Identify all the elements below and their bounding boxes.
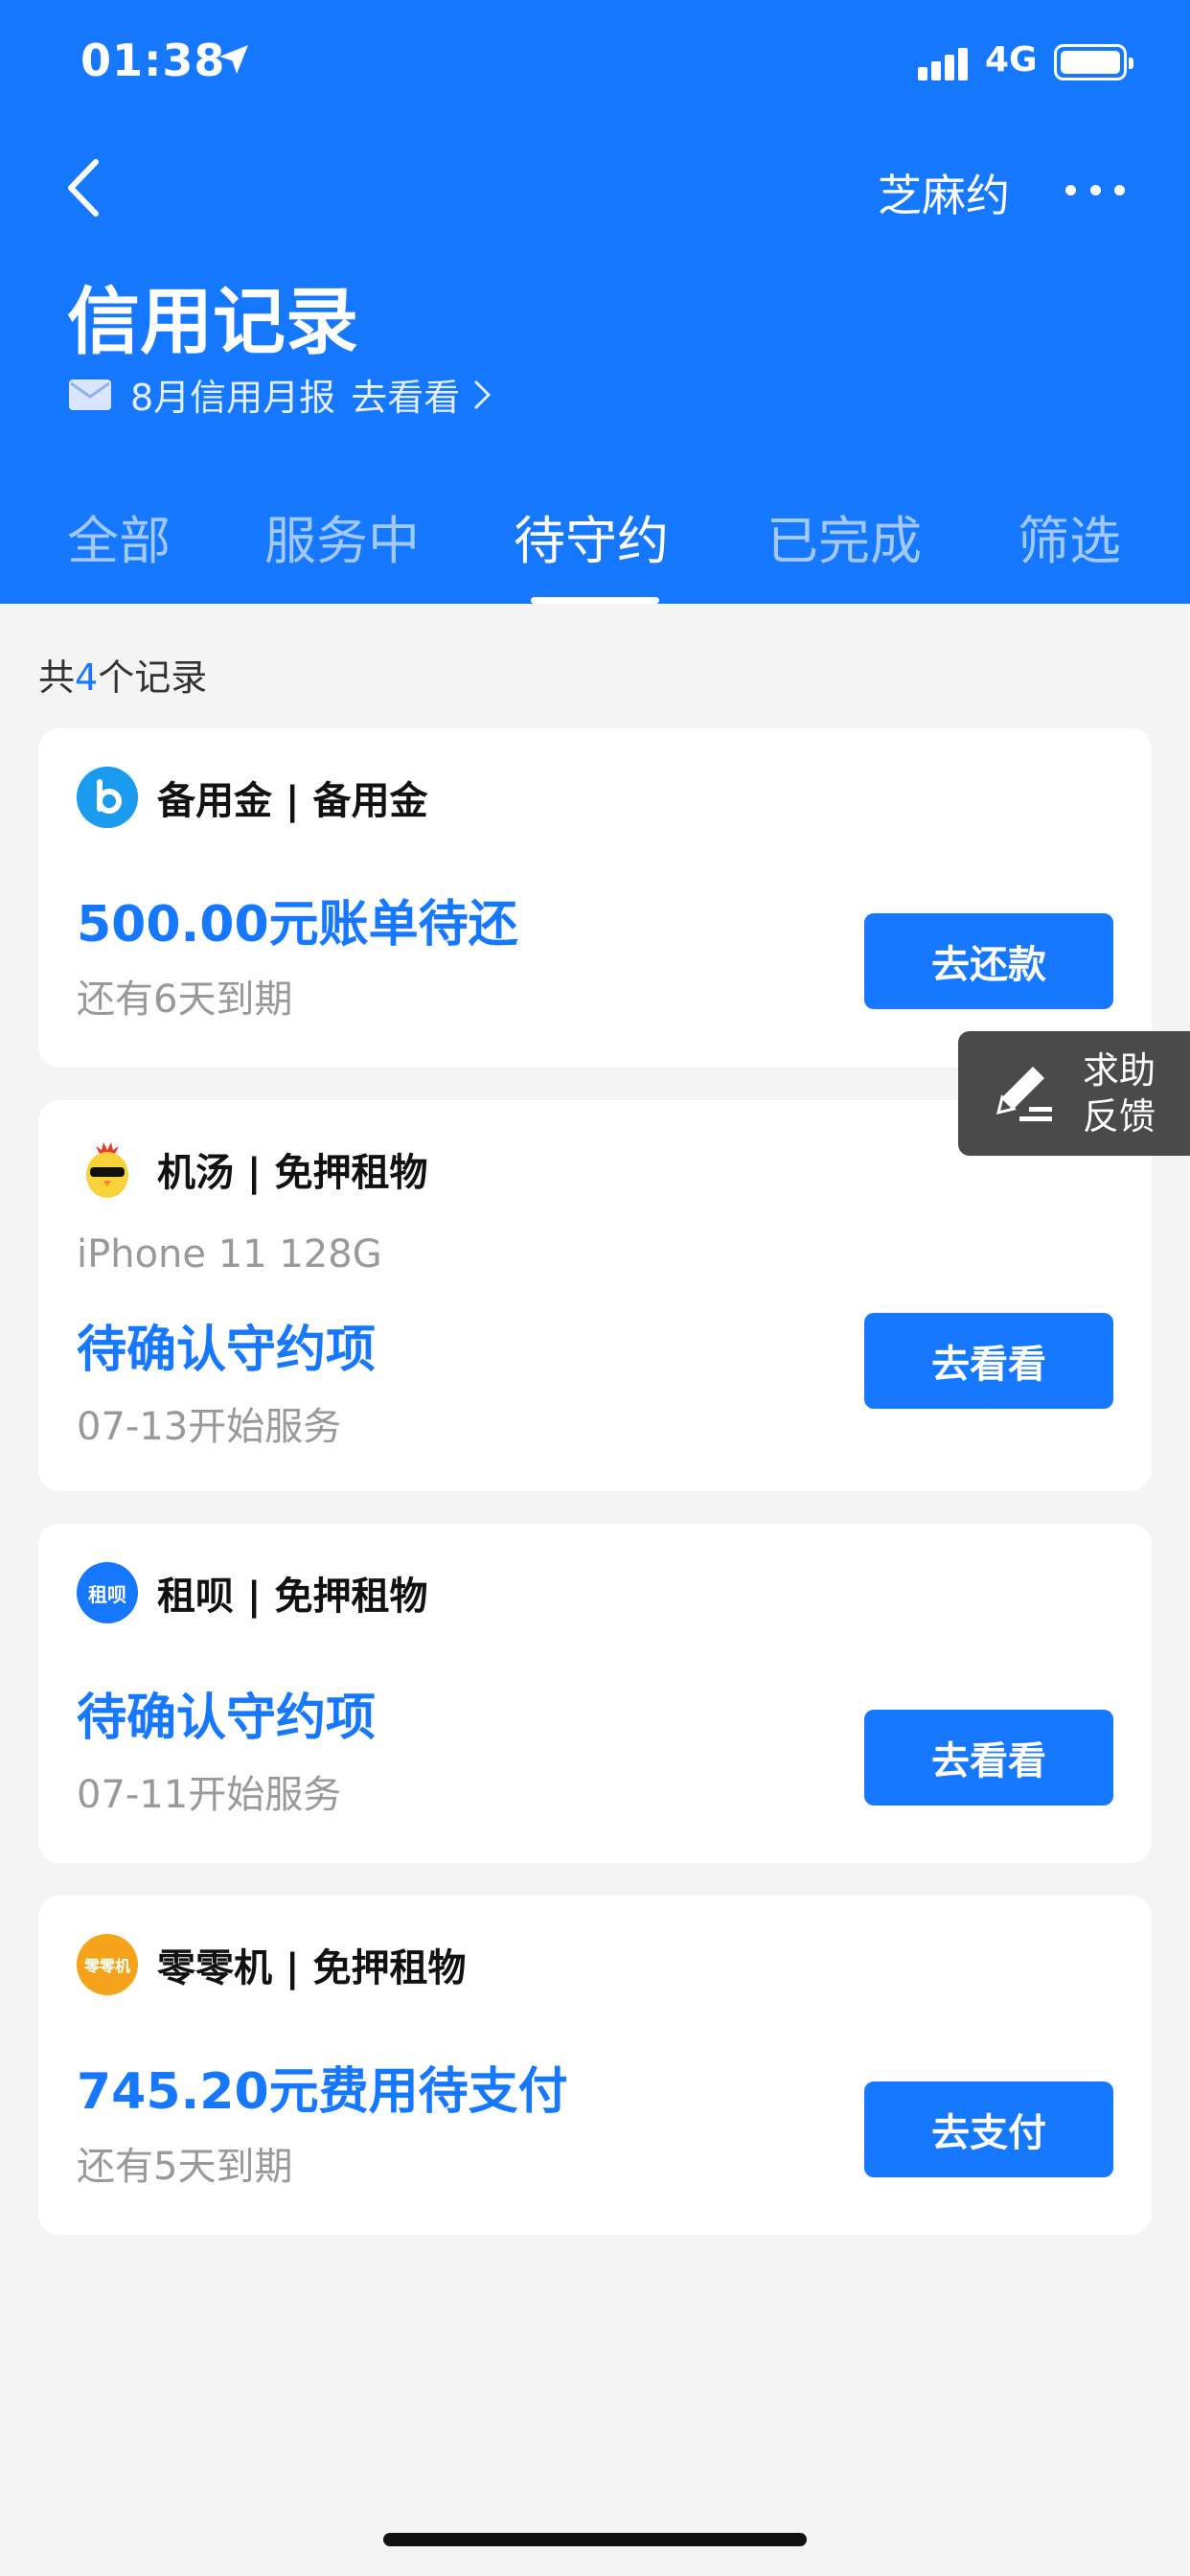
signal-icon [918, 48, 968, 80]
back-button[interactable] [54, 153, 111, 222]
record-card[interactable]: 租呗 租呗 | 免押租物 待确认守约项 07-11开始服务 去看看 [38, 1524, 1152, 1863]
battery-icon [1054, 44, 1133, 80]
merchant-name: 租呗 | 免押租物 [157, 1575, 428, 1619]
envelope-icon [69, 379, 111, 410]
record-status: 待确认守约项 [77, 1690, 377, 1747]
location-arrow-icon [219, 45, 248, 74]
record-card[interactable]: 备用金 | 备用金 500.00元账单待还 还有6天到期 去还款 [38, 728, 1152, 1068]
help-feedback-button[interactable]: 求助 反馈 [958, 1031, 1190, 1156]
active-tab-indicator [531, 597, 659, 604]
merchant-name: 机汤 | 免押租物 [157, 1151, 428, 1195]
tab-pending[interactable]: 待守约 [514, 498, 669, 574]
feedback-label: 反馈 [1083, 1095, 1156, 1138]
beiyongjin-logo-icon [77, 767, 138, 828]
tab-filter[interactable]: 筛选 [1018, 498, 1121, 574]
monthly-report-go: 去看看 [351, 377, 461, 419]
status-time: 01:38 [80, 34, 226, 86]
record-hint: 07-13开始服务 [77, 1405, 342, 1449]
monthly-report-link[interactable]: 8月信用月报 去看看 [67, 368, 492, 421]
page-title: 信用记录 [67, 279, 358, 364]
merchant-name: 零零机 | 免押租物 [157, 1946, 467, 1990]
merchant-name: 备用金 | 备用金 [157, 779, 428, 823]
chevron-left-icon [68, 159, 99, 217]
home-indicator[interactable] [383, 2533, 807, 2546]
tab-bar: 全部 服务中 待守约 已完成 筛选 [0, 498, 1190, 604]
tab-all[interactable]: 全部 [67, 498, 171, 574]
chevron-right-icon [474, 380, 492, 409]
header: 01:38 4G 芝麻约 信用记录 8月信用月报 去看看 全部 服务中 待守约 … [0, 0, 1190, 604]
pen-icon [995, 1067, 1052, 1121]
record-hint: 还有5天到期 [77, 2145, 293, 2189]
network-label: 4G [985, 40, 1038, 80]
more-dot-icon [1089, 184, 1101, 196]
more-button[interactable] [1065, 169, 1125, 211]
product-name: iPhone 11 128G [77, 1232, 382, 1276]
pay-button[interactable]: 去支付 [864, 2082, 1113, 2177]
zubei-logo-icon: 租呗 [77, 1562, 138, 1623]
record-status: 500.00元账单待还 [77, 896, 518, 954]
view-button[interactable]: 去看看 [864, 1313, 1113, 1409]
monthly-report-label: 8月信用月报 [130, 377, 336, 419]
lingling-logo-icon: 零零机 [77, 1934, 138, 1995]
record-card[interactable]: 零零机 零零机 | 免押租物 745.20元费用待支付 还有5天到期 去支付 [38, 1896, 1152, 2235]
help-label: 求助 [1083, 1049, 1156, 1092]
record-count: 共4个记录 [38, 656, 208, 699]
record-status: 待确认守约项 [77, 1322, 377, 1379]
sesame-appointment-link[interactable]: 芝麻约 [878, 161, 1010, 224]
view-button[interactable]: 去看看 [864, 1710, 1113, 1806]
record-hint: 还有6天到期 [77, 978, 293, 1022]
record-card[interactable]: 机汤 | 免押租物 iPhone 11 128G 待确认守约项 07-13开始服… [38, 1100, 1152, 1491]
record-status: 745.20元费用待支付 [77, 2063, 568, 2121]
chick-mascot-logo-icon [77, 1138, 138, 1200]
repay-button[interactable]: 去还款 [864, 913, 1113, 1009]
more-dot-icon [1065, 184, 1076, 196]
record-hint: 07-11开始服务 [77, 1773, 342, 1817]
tab-in-service[interactable]: 服务中 [264, 498, 420, 574]
tab-completed[interactable]: 已完成 [767, 498, 922, 574]
more-dot-icon [1114, 184, 1125, 196]
